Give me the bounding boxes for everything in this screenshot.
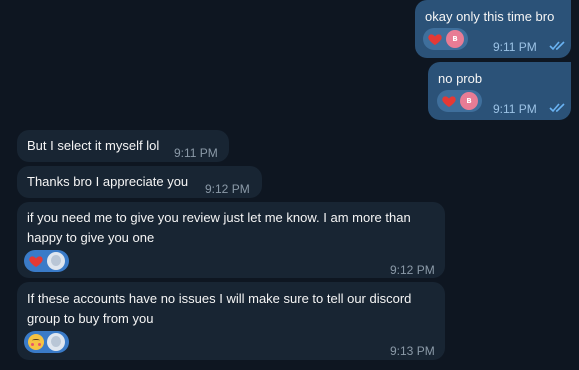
message-text: But I select it myself lol [27,138,160,153]
avatar: B [460,92,478,110]
message-text-line: If these accounts have no issues I will … [27,291,412,306]
message-time: 9:11 PM [493,40,537,54]
double-check-icon [549,103,565,113]
kissing-face-icon [28,334,44,350]
message-text-line: if you need me to give you review just l… [27,210,411,225]
avatar: B [446,30,464,48]
message-text-line: happy to give you one [27,230,155,245]
heart-icon [428,34,442,45]
avatar [47,252,65,270]
message-text: okay only this time bro [425,9,555,24]
reaction-pill[interactable] [24,250,69,272]
double-check-icon [549,41,565,51]
message-time: 9:11 PM [174,146,218,160]
message-time: 9:12 PM [390,263,435,277]
avatar [47,333,65,351]
message-text-line: group to buy from you [27,311,154,326]
message-text: Thanks bro I appreciate you [27,174,189,189]
message-time: 9:11 PM [493,102,537,116]
incoming-message[interactable]: But I select it myself lol 9:11 PM [17,130,229,162]
message-time: 9:13 PM [390,344,435,358]
message-text: no prob [438,71,483,86]
message-time: 9:12 PM [205,182,250,196]
reaction-pill[interactable]: B [423,28,468,50]
outgoing-message[interactable]: no prob B 9:11 PM [428,62,571,120]
chat-area: okay only this time bro B 9:11 PM no pro… [0,0,579,370]
reaction-pill[interactable]: B [437,90,482,112]
incoming-message[interactable]: Thanks bro I appreciate you 9:12 PM [17,166,262,198]
heart-icon [442,96,456,107]
reaction-pill[interactable] [24,331,69,353]
incoming-message[interactable]: If these accounts have no issues I will … [17,282,445,360]
outgoing-message[interactable]: okay only this time bro B 9:11 PM [415,0,571,58]
incoming-message[interactable]: if you need me to give you review just l… [17,202,445,278]
heart-icon [29,256,43,267]
